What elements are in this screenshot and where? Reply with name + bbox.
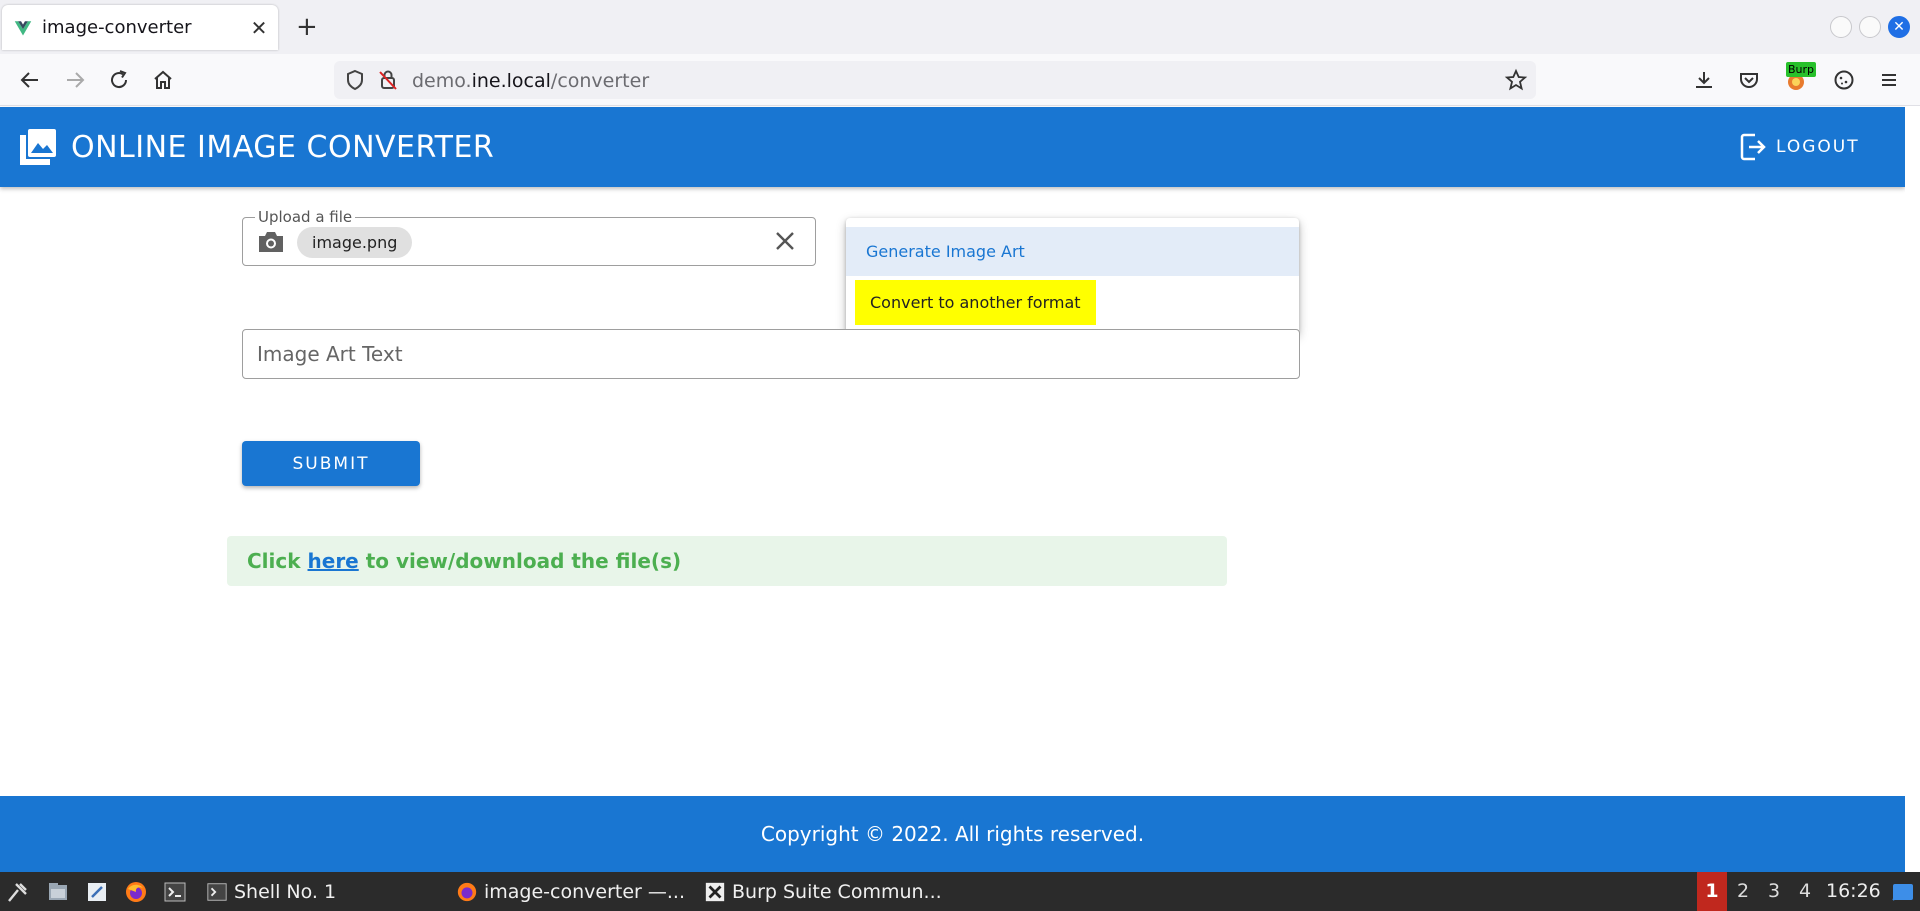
browser-tabbar: image-converter ✕ + ✕ [0,0,1920,54]
terminal-icon [207,883,227,901]
url-text[interactable]: demo.ine.local/converter [412,70,649,92]
alert-text: Click here to view/download the file(s) [247,549,681,573]
workspace-1[interactable]: 1 [1697,872,1727,911]
vue-logo-icon [14,20,32,35]
address-bar[interactable]: demo.ine.local/converter [334,61,1536,99]
url-path: /converter [550,70,650,92]
clock: 16:26 [1826,880,1881,902]
text-editor-icon[interactable] [85,880,109,904]
url-subdomain: demo. [412,70,472,92]
taskbar-task-shell[interactable]: Shell No. 1 [206,880,336,904]
workspace-4[interactable]: 4 [1790,872,1820,911]
file-upload-field[interactable]: Upload a file image.png [242,208,816,266]
taskbar-task-firefox[interactable]: image-converter —... [456,880,685,904]
app-header: ONLINE IMAGE CONVERTER LOGOUT [0,107,1905,187]
pocket-icon[interactable] [1737,68,1761,92]
page-scrollbar[interactable] [1905,107,1920,872]
downloads-icon[interactable] [1692,68,1716,92]
file-manager-icon[interactable] [46,880,70,904]
menu-item-label: Generate Image Art [866,242,1025,261]
tab-title: image-converter [42,17,192,38]
os-taskbar: Shell No. 1 image-converter —... Burp Su… [0,872,1920,911]
image-art-text-input[interactable] [242,329,1300,379]
alert-text-pre: Click [247,549,308,573]
burp-suite-icon [705,882,725,902]
url-host: ine.local [471,70,551,92]
action-dropdown-menu: Generate Image Art Convert to another fo… [846,218,1299,334]
task-label: image-converter —... [484,881,686,903]
browser-navbar: demo.ine.local/converter Burp [0,54,1920,106]
window-minimize-button[interactable] [1830,16,1852,38]
alert-text-post: to view/download the file(s) [358,549,682,573]
window-close-button[interactable]: ✕ [1888,16,1910,38]
download-link[interactable]: here [308,549,359,573]
download-alert: Click here to view/download the file(s) [227,536,1227,586]
task-label: Shell No. 1 [234,881,337,903]
firefox-icon[interactable] [124,880,148,904]
burp-badge: Burp [1786,62,1817,77]
logout-icon [1740,133,1766,161]
menu-item-generate-image-art[interactable]: Generate Image Art [846,227,1299,276]
forward-icon[interactable] [63,68,87,92]
taskbar-task-burp[interactable]: Burp Suite Commun... [704,880,942,904]
logout-button[interactable]: LOGOUT [1740,131,1860,163]
shield-icon[interactable] [343,68,367,92]
camera-icon[interactable] [257,230,285,254]
workspace-3[interactable]: 3 [1759,872,1789,911]
logout-label: LOGOUT [1776,137,1860,157]
firefox-icon [457,882,477,902]
submit-button[interactable]: SUBMIT [242,441,420,486]
image-multiple-icon [20,129,56,165]
app-footer: Copyright © 2022. All rights reserved. [0,796,1905,872]
window-maximize-button[interactable] [1859,16,1881,38]
kali-menu-icon[interactable] [6,880,30,904]
menu-hamburger-icon[interactable] [1877,68,1901,92]
home-icon[interactable] [151,68,175,92]
cookie-icon[interactable] [1832,68,1856,92]
task-label: Burp Suite Commun... [732,881,942,903]
workspace-2[interactable]: 2 [1728,872,1758,911]
menu-item-convert-format[interactable]: Convert to another format [855,280,1096,325]
app-title: ONLINE IMAGE CONVERTER [71,130,495,165]
terminal-icon[interactable] [163,880,187,904]
clear-icon[interactable] [773,229,797,253]
browser-tab[interactable]: image-converter ✕ [2,5,278,50]
copyright-text: Copyright © 2022. All rights reserved. [760,822,1145,846]
reload-icon[interactable] [107,68,131,92]
notification-icon[interactable] [1891,880,1915,904]
tab-close-icon[interactable]: ✕ [244,16,274,40]
new-tab-button[interactable]: + [296,14,318,40]
insecure-lock-icon[interactable] [376,68,400,92]
back-icon[interactable] [18,68,42,92]
upload-label: Upload a file [255,208,356,226]
file-chip[interactable]: image.png [297,227,413,258]
bookmark-star-icon[interactable] [1504,68,1528,92]
